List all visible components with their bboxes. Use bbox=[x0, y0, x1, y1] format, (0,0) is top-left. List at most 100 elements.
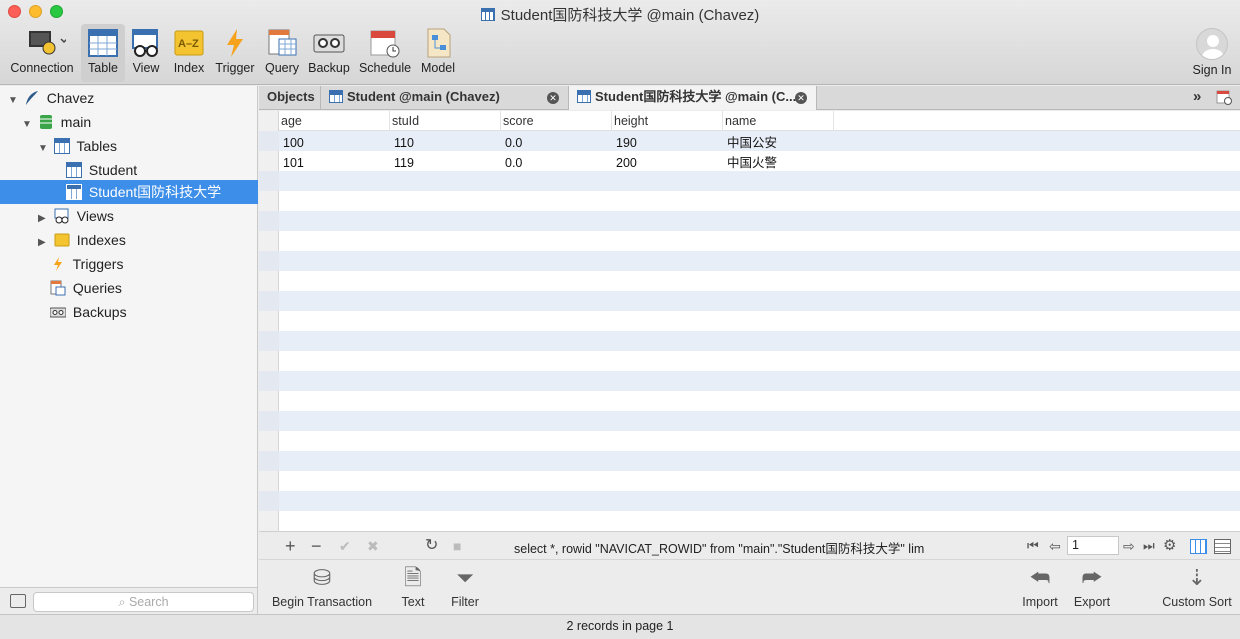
table-cell[interactable]: 0.0 bbox=[501, 133, 522, 153]
action-label: Begin Transaction bbox=[271, 595, 373, 609]
tree-label: Student bbox=[88, 162, 138, 178]
tree-label: Student国防科技大学 bbox=[88, 184, 222, 200]
connection-button[interactable]: Connection bbox=[6, 24, 78, 82]
sign-in-button[interactable]: Sign In bbox=[1188, 28, 1236, 77]
trigger-label: Trigger bbox=[215, 61, 255, 75]
previous-page-icon[interactable]: ⇦ bbox=[1049, 536, 1061, 556]
disclosure-open-icon[interactable]: ▼ bbox=[22, 113, 34, 137]
index-button[interactable]: A–Z Index bbox=[170, 24, 208, 82]
close-tab-icon[interactable]: ✕ bbox=[795, 92, 807, 104]
begin-transaction-button[interactable]: ⛁ Begin Transaction bbox=[269, 564, 375, 609]
gutter-stripe bbox=[259, 411, 279, 431]
discard-changes-icon[interactable]: ✖ bbox=[367, 536, 379, 556]
table-icon bbox=[66, 184, 82, 200]
tab-student[interactable]: Student @main (Chavez) ✕ bbox=[321, 86, 569, 110]
refresh-icon[interactable]: ↻ bbox=[425, 536, 438, 556]
gutter-stripe bbox=[259, 491, 279, 511]
table-cell[interactable]: 190 bbox=[612, 133, 637, 153]
tab-settings-icon[interactable] bbox=[1216, 89, 1232, 105]
close-tab-icon[interactable]: ✕ bbox=[547, 92, 559, 104]
view-icon bbox=[54, 207, 70, 224]
tree-item-backups[interactable]: Backups bbox=[49, 300, 127, 324]
tree-label: Backups bbox=[72, 304, 127, 320]
table-cell[interactable]: 0.0 bbox=[501, 153, 522, 173]
add-record-icon[interactable]: + bbox=[285, 536, 296, 556]
table-cell[interactable]: 中国公安 bbox=[723, 133, 777, 153]
column-header-height[interactable]: height bbox=[612, 111, 723, 131]
tree-item-views[interactable]: ▶ Views bbox=[38, 204, 114, 228]
object-tree-sidebar: ▼ Chavez ▼ main ▼ Tables Student Student… bbox=[0, 86, 258, 587]
table-cell[interactable]: 100 bbox=[279, 133, 304, 153]
filter-button[interactable]: ⏷ Filter bbox=[445, 564, 485, 609]
export-button[interactable]: ⮫ Export bbox=[1069, 564, 1115, 609]
more-tabs-icon[interactable]: » bbox=[1193, 88, 1201, 105]
column-header-age[interactable]: age bbox=[279, 111, 390, 131]
first-page-icon[interactable]: ⏮ bbox=[1027, 536, 1039, 556]
svg-text:A–Z: A–Z bbox=[178, 38, 199, 50]
column-header-score[interactable]: score bbox=[501, 111, 612, 131]
column-header-stuid[interactable]: stuId bbox=[390, 111, 501, 131]
import-arrow-icon: ⮪ bbox=[1029, 565, 1051, 590]
form-view-icon[interactable] bbox=[1214, 539, 1231, 554]
index-label: Index bbox=[173, 61, 205, 75]
filter-funnel-icon: ⏷ bbox=[456, 565, 474, 590]
query-button[interactable]: Query bbox=[261, 24, 303, 82]
action-label: Import bbox=[1022, 595, 1058, 609]
tree-item-connection[interactable]: ▼ Chavez bbox=[8, 86, 94, 110]
tree-item-database[interactable]: ▼ main bbox=[22, 110, 91, 134]
page-number-input[interactable]: 1 bbox=[1067, 536, 1119, 555]
disclosure-closed-icon[interactable]: ▶ bbox=[38, 231, 50, 255]
schedule-button[interactable]: Schedule bbox=[356, 24, 414, 82]
tab-label: Student @main (Chavez) bbox=[347, 89, 500, 104]
custom-sort-button[interactable]: ⇣ Custom Sort bbox=[1157, 564, 1237, 609]
tree-label: main bbox=[60, 114, 92, 130]
table-cell[interactable]: 110 bbox=[390, 133, 414, 153]
table-cell[interactable]: 中国火警 bbox=[723, 153, 777, 173]
model-icon bbox=[422, 27, 454, 59]
database-icon bbox=[38, 113, 54, 129]
tab-objects[interactable]: Objects bbox=[259, 86, 321, 110]
table-cell[interactable]: 200 bbox=[612, 153, 637, 173]
next-page-icon[interactable]: ⇨ bbox=[1123, 536, 1135, 556]
delete-record-icon[interactable]: − bbox=[311, 536, 322, 556]
gutter-stripe bbox=[259, 251, 279, 271]
grid-stripe bbox=[279, 291, 1240, 311]
settings-gear-icon[interactable]: ⚙ bbox=[1163, 536, 1176, 556]
text-button[interactable]: 🗎 Text bbox=[393, 564, 433, 609]
window-title: Student国防科技大学 @main (Chavez) bbox=[0, 4, 1240, 25]
last-page-icon[interactable]: ⏭ bbox=[1143, 536, 1155, 556]
column-header-name[interactable]: name bbox=[723, 111, 834, 131]
lightning-icon bbox=[219, 27, 251, 59]
model-button[interactable]: Model bbox=[418, 24, 458, 82]
grid-stripe bbox=[279, 491, 1240, 511]
tree-item-table-student[interactable]: Student bbox=[66, 158, 137, 182]
grid-stripe bbox=[279, 371, 1240, 391]
apply-changes-icon[interactable]: ✔ bbox=[339, 536, 351, 556]
tree-label: Queries bbox=[72, 280, 122, 296]
tab-student-guofang[interactable]: Student国防科技大学 @main (C... ✕ bbox=[569, 86, 817, 110]
grid-stripe bbox=[279, 451, 1240, 471]
toggle-sidebar-icon[interactable] bbox=[10, 594, 26, 608]
table-cell[interactable]: 101 bbox=[279, 153, 304, 173]
grid-view-icon[interactable] bbox=[1190, 539, 1207, 554]
import-button[interactable]: ⮪ Import bbox=[1017, 564, 1063, 609]
stop-icon[interactable]: ■ bbox=[453, 536, 461, 556]
action-label: Custom Sort bbox=[1162, 595, 1232, 609]
data-grid[interactable]: age stuId score height name 100 110 0.0 … bbox=[259, 111, 1240, 531]
lightning-icon bbox=[50, 255, 66, 271]
tree-item-table-student-selected[interactable]: Student国防科技大学 bbox=[66, 180, 221, 204]
view-button[interactable]: View bbox=[127, 24, 165, 82]
disclosure-open-icon[interactable]: ▼ bbox=[38, 137, 50, 161]
table-cell[interactable]: 119 bbox=[390, 153, 414, 173]
status-bar: 2 records in page 1 bbox=[0, 614, 1240, 639]
tree-item-indexes[interactable]: ▶ Indexes bbox=[38, 228, 126, 252]
tree-item-tables[interactable]: ▼ Tables bbox=[38, 134, 117, 158]
table-button[interactable]: Table bbox=[81, 24, 125, 82]
disclosure-open-icon[interactable]: ▼ bbox=[8, 89, 20, 113]
tree-item-triggers[interactable]: Triggers bbox=[50, 252, 123, 276]
query-icon bbox=[50, 279, 66, 296]
trigger-button[interactable]: Trigger bbox=[213, 24, 257, 82]
tree-item-queries[interactable]: Queries bbox=[50, 276, 122, 300]
sidebar-search-input[interactable]: ⌕ Search bbox=[33, 592, 254, 612]
backup-button[interactable]: Backup bbox=[306, 24, 352, 82]
